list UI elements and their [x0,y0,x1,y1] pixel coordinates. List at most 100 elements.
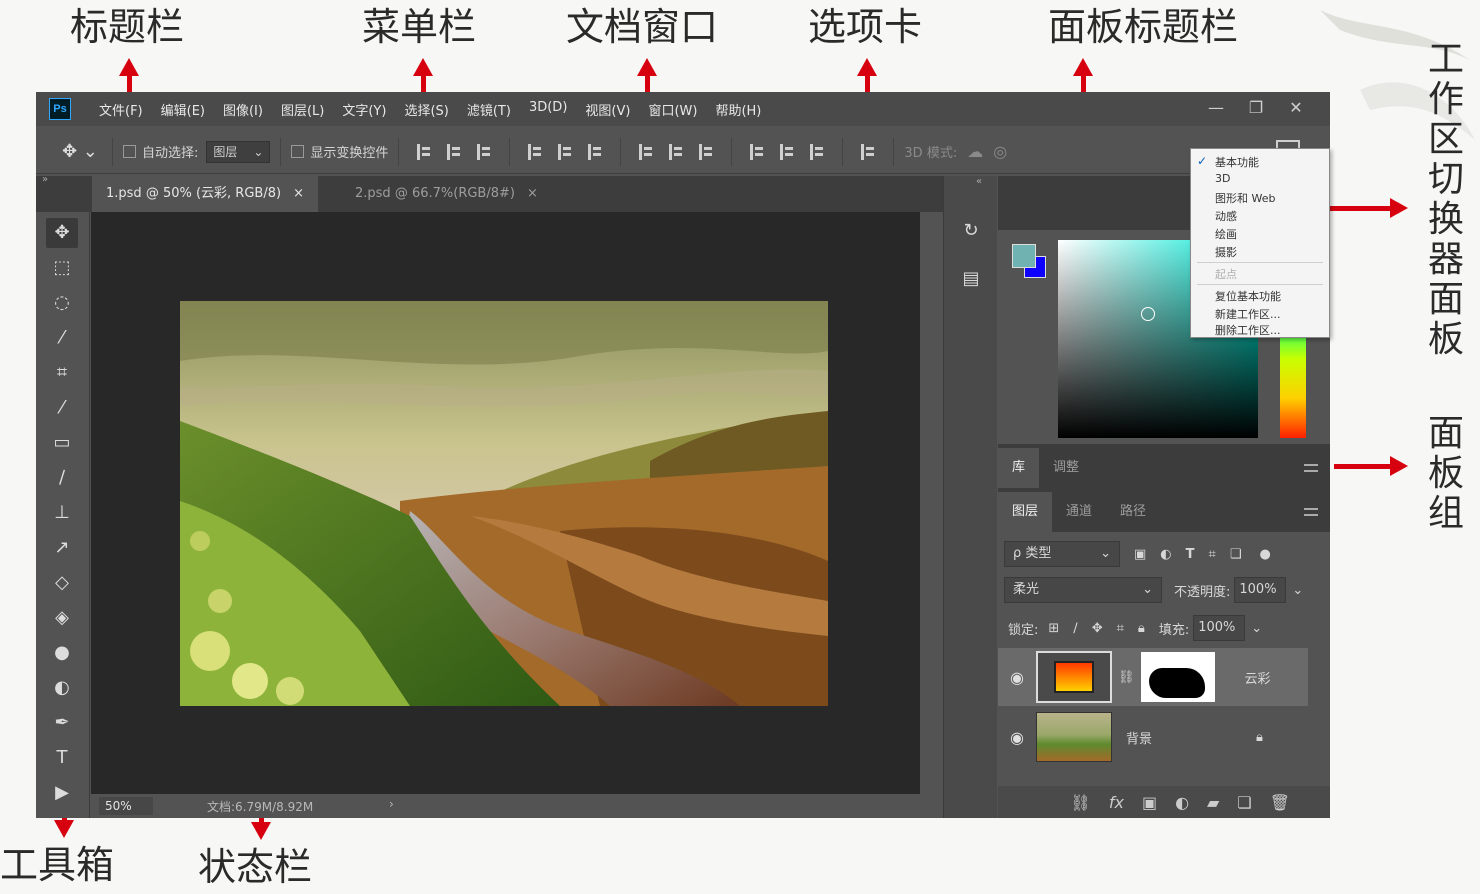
visibility-eye-icon[interactable]: ◉ [998,668,1036,687]
document-tab-1[interactable]: 1.psd @ 50% (云彩, RGB/8) × [92,176,318,212]
distribute-left-icon[interactable] [750,143,764,160]
lock-pixels-icon[interactable]: ∕ [1073,621,1077,636]
auto-select-dropdown[interactable]: 图层 ⌄ [206,140,271,163]
move-tool-icon[interactable]: ✥ [46,218,78,248]
crop-tool-icon[interactable]: ⌗ [46,358,78,388]
zoom-field[interactable]: 50% [99,797,153,815]
healing-brush-tool-icon[interactable]: ▭ [46,428,78,458]
menu-window[interactable]: 窗口(W) [648,100,697,119]
show-transform-checkbox[interactable] [291,145,305,158]
eyedropper-tool-icon[interactable]: ⁄ [46,393,78,423]
link-layers-icon[interactable]: ⛓ [1071,793,1091,812]
add-mask-icon[interactable]: ▣ [1142,793,1157,812]
distribute-bottom-icon[interactable] [699,143,713,160]
lock-artboard-icon[interactable]: ⌗ [1117,621,1124,636]
distribute-vcenter-icon[interactable] [669,143,683,160]
menu-layer[interactable]: 图层(L) [281,100,324,119]
layer-mask-link-icon[interactable]: ⛓ [1118,670,1135,685]
menu-image[interactable]: 图像(I) [223,100,263,119]
eraser-tool-icon[interactable]: ◇ [46,568,78,598]
document-tab-2[interactable]: 2.psd @ 66.7%(RGB/8#) × [341,176,552,212]
dodge-tool-icon[interactable]: ◐ [46,673,78,703]
workspace-item-photography[interactable]: 摄影 [1215,244,1237,260]
history-brush-tool-icon[interactable]: ↗ [46,533,78,563]
restore-button[interactable]: ❐ [1236,96,1276,120]
distribute-top-icon[interactable] [639,143,653,160]
blend-mode-dropdown[interactable]: 柔光 ⌄ [1004,577,1162,603]
status-menu-arrow[interactable]: › [389,797,394,811]
menu-type[interactable]: 文字(Y) [342,100,386,119]
menu-3d[interactable]: 3D(D) [529,100,567,119]
opacity-dropdown-icon[interactable]: ⌄ [1292,583,1303,598]
workspace-delete[interactable]: 删除工作区... [1215,322,1281,338]
move-tool-preset-icon[interactable]: ✥ ⌄ [62,141,102,162]
marquee-tool-icon[interactable]: ⬚ [46,253,78,283]
menu-filter[interactable]: 滤镜(T) [467,100,511,119]
magic-wand-tool-icon[interactable]: ⁄ [46,323,78,353]
tab-layers[interactable]: 图层 [998,492,1053,532]
layer-lock-icon[interactable]: 🔒︎ [1256,730,1263,745]
layer-name-clouds[interactable]: 云彩 [1245,668,1271,687]
close-tab-icon[interactable]: × [527,186,538,201]
color-picker-marker[interactable] [1141,307,1155,321]
new-layer-icon[interactable]: ❏ [1237,793,1251,812]
delete-layer-trash-icon[interactable]: 🗑︎ [1270,793,1290,812]
menu-edit[interactable]: 编辑(E) [161,100,205,119]
workspace-item-painting[interactable]: 绘画 [1215,226,1237,242]
filter-adjustment-icon[interactable]: ◐ [1160,547,1171,562]
layer-filter-dropdown[interactable]: ρ 类型 ⌄ [1004,541,1120,567]
new-group-folder-icon[interactable]: ▰ [1207,793,1219,812]
tab-adjustments[interactable]: 调整 [1039,448,1093,488]
layer-row-clouds[interactable]: ◉ ⛓ 云彩 [998,648,1308,706]
filter-pixel-icon[interactable]: ▣ [1134,547,1146,562]
pen-tool-icon[interactable]: ✒ [46,708,78,738]
3d-roll-icon[interactable]: ◎ [993,142,1007,161]
fill-dropdown-icon[interactable]: ⌄ [1251,621,1262,636]
foreground-color-swatch[interactable] [1012,244,1036,268]
library-panel-menu-icon[interactable] [1304,464,1318,472]
visibility-eye-icon[interactable]: ◉ [998,728,1036,747]
clone-stamp-tool-icon[interactable]: ⊥ [46,498,78,528]
align-bottom-icon[interactable] [477,143,491,160]
filter-smart-object-icon[interactable]: ❏ [1230,547,1242,562]
align-vcenter-icon[interactable] [447,143,461,160]
type-tool-icon[interactable]: T [46,743,78,773]
distribute-hcenter-icon[interactable] [780,143,794,160]
filter-type-icon[interactable]: T [1186,547,1195,562]
tab-channels[interactable]: 通道 [1052,492,1106,532]
blur-tool-icon[interactable]: ● [46,638,78,668]
menu-view[interactable]: 视图(V) [585,100,630,119]
filter-shape-icon[interactable]: ⌗ [1209,547,1216,562]
tab-paths[interactable]: 路径 [1106,492,1160,532]
menu-file[interactable]: 文件(F) [99,100,143,119]
align-top-icon[interactable] [417,143,431,160]
expand-panels-icon[interactable]: « [976,176,982,187]
document-canvas-area[interactable] [91,212,920,794]
new-adjustment-layer-icon[interactable]: ◐ [1175,793,1189,812]
layer-style-fx-icon[interactable]: fx [1109,793,1124,812]
close-window-button[interactable]: ✕ [1276,96,1316,120]
lasso-tool-icon[interactable]: ◌ [46,288,78,318]
workspace-reset-essentials[interactable]: 复位基本功能 [1215,288,1281,304]
menu-help[interactable]: 帮助(H) [715,100,761,119]
distribute-right-icon[interactable] [810,143,824,160]
auto-align-icon[interactable] [861,143,875,160]
properties-panel-icon[interactable]: ▤ [956,264,986,294]
layers-panel-menu-icon[interactable] [1304,508,1318,516]
brush-tool-icon[interactable]: ∕ [46,463,78,493]
paint-bucket-tool-icon[interactable]: ◈ [46,603,78,633]
workspace-new[interactable]: 新建工作区... [1215,306,1281,322]
document-size-info[interactable]: 文档:6.79M/8.92M [207,798,313,815]
layer-name-background[interactable]: 背景 [1126,728,1152,747]
layer-mask-thumbnail[interactable] [1140,652,1215,702]
close-tab-icon[interactable]: × [293,186,304,201]
workspace-item-essentials[interactable]: 基本功能 [1215,154,1259,170]
workspace-item-motion[interactable]: 动感 [1215,208,1237,224]
path-selection-tool-icon[interactable]: ▶ [46,778,78,808]
tab-library[interactable]: 库 [998,448,1040,488]
lock-transparent-icon[interactable]: ⊞ [1048,621,1059,636]
lock-position-icon[interactable]: ✥ [1092,621,1103,636]
filter-toggle-icon[interactable]: ● [1260,547,1271,562]
layer-row-background[interactable]: ◉ 背景 🔒︎ [998,708,1308,766]
auto-select-checkbox[interactable] [123,145,136,158]
